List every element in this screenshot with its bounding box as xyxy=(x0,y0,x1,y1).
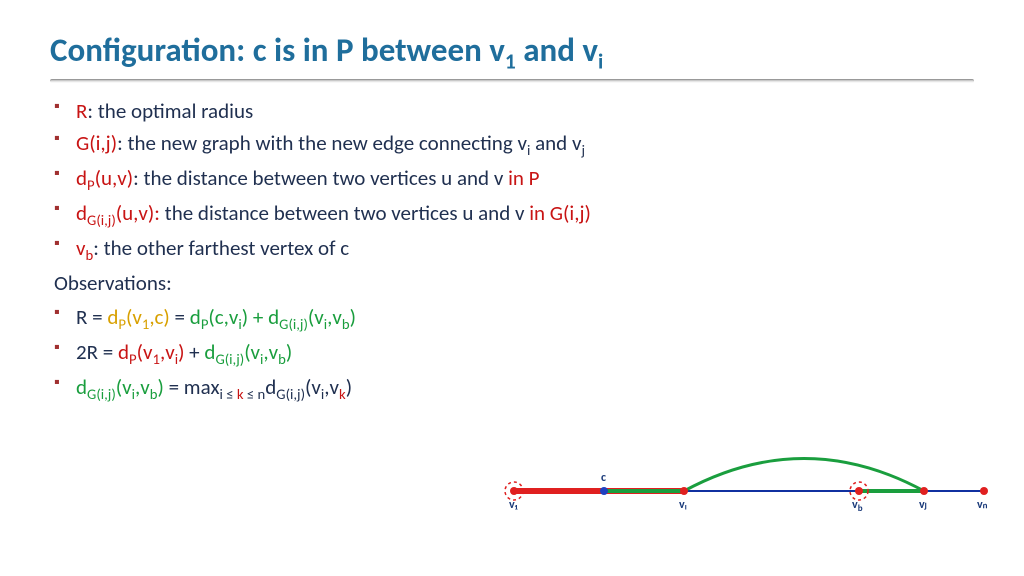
suffix: in P xyxy=(508,165,539,191)
highlight-dp-v1c: dP(v1,c) xyxy=(107,304,169,330)
term: dP(u,v) xyxy=(76,165,133,191)
label-vj: vⱼ xyxy=(919,498,927,512)
bullet-dgij: dG(i,j)(u,v): the distance between two v… xyxy=(50,197,974,232)
title-sub2: i xyxy=(598,49,603,75)
green-arc xyxy=(684,459,924,492)
dot-vi xyxy=(680,487,688,495)
green-part: dP(c,vi) + dG(i,j)(vi,vb) xyxy=(190,304,356,330)
slide-root: Configuration: c is in P between v1 and … xyxy=(0,0,1024,576)
bullet-vb: vb: the other farthest vertex of c xyxy=(50,232,974,267)
dot-vj xyxy=(920,487,928,495)
red-part: dP(v1,vi) xyxy=(118,339,184,365)
title-text-pre: Configuration: c is in P between v xyxy=(50,30,505,70)
label-c: c xyxy=(601,471,606,485)
equations-list: R = dP(v1,c) = dP(c,vi) + dG(i,j)(vi,vb)… xyxy=(50,301,974,406)
slide-title: Configuration: c is in P between v1 and … xyxy=(50,30,974,75)
title-text-mid: and v xyxy=(516,30,598,70)
title-underline xyxy=(50,79,974,83)
label-vn: vₙ xyxy=(977,498,988,512)
term: dG(i,j)(u,v): xyxy=(76,200,160,226)
def-text-pre: : the new graph with the new edge connec… xyxy=(117,130,527,156)
label-v1: v₁ xyxy=(509,498,518,512)
eq-dgij-max: dG(i,j)(vi,vb) = maxi ≤ k ≤ ndG(i,j)(vi,… xyxy=(50,371,974,406)
sub-j: j xyxy=(581,141,585,159)
dot-v1 xyxy=(510,487,518,495)
observations-heading: Observations: xyxy=(50,267,974,301)
label-vi: vᵢ xyxy=(679,498,687,512)
bullet-r: R: the optimal radius xyxy=(50,95,974,128)
dot-c xyxy=(600,487,608,495)
def-text: : the other farthest vertex of c xyxy=(93,235,349,261)
bullet-dp: dP(u,v): the distance between two vertic… xyxy=(50,162,974,197)
green-part: dG(i,j)(vi,vb) xyxy=(204,339,292,365)
rhs: dG(i,j)(vi,vk) xyxy=(265,374,352,400)
max-subscript: i ≤ k ≤ n xyxy=(220,385,266,403)
term: G(i,j) xyxy=(76,130,117,156)
dot-vn xyxy=(980,487,988,495)
term: R xyxy=(76,98,87,124)
diagram-svg: v₁ c vᵢ vb vⱼ vₙ xyxy=(504,436,994,516)
eq-r: R = dP(v1,c) = dP(c,vi) + dG(i,j)(vi,vb) xyxy=(50,301,974,336)
suffix: in G(i,j) xyxy=(529,200,591,226)
title-sub1: 1 xyxy=(505,49,516,75)
definitions-list: R: the optimal radius G(i,j): the new gr… xyxy=(50,95,974,267)
dot-vb xyxy=(855,487,863,495)
term: vb xyxy=(76,235,93,261)
bullet-gij: G(i,j): the new graph with the new edge … xyxy=(50,127,974,162)
def-text: the distance between two vertices u and … xyxy=(160,200,529,226)
path-diagram: v₁ c vᵢ vb vⱼ vₙ xyxy=(504,436,994,516)
eq-2r: 2R = dP(v1,vi) + dG(i,j)(vi,vb) xyxy=(50,336,974,371)
def-text: : the distance between two vertices u an… xyxy=(133,165,508,191)
lhs: dG(i,j)(vi,vb) xyxy=(76,374,164,400)
def-text-mid: and v xyxy=(530,130,581,156)
def-text: : the optimal radius xyxy=(87,98,253,124)
